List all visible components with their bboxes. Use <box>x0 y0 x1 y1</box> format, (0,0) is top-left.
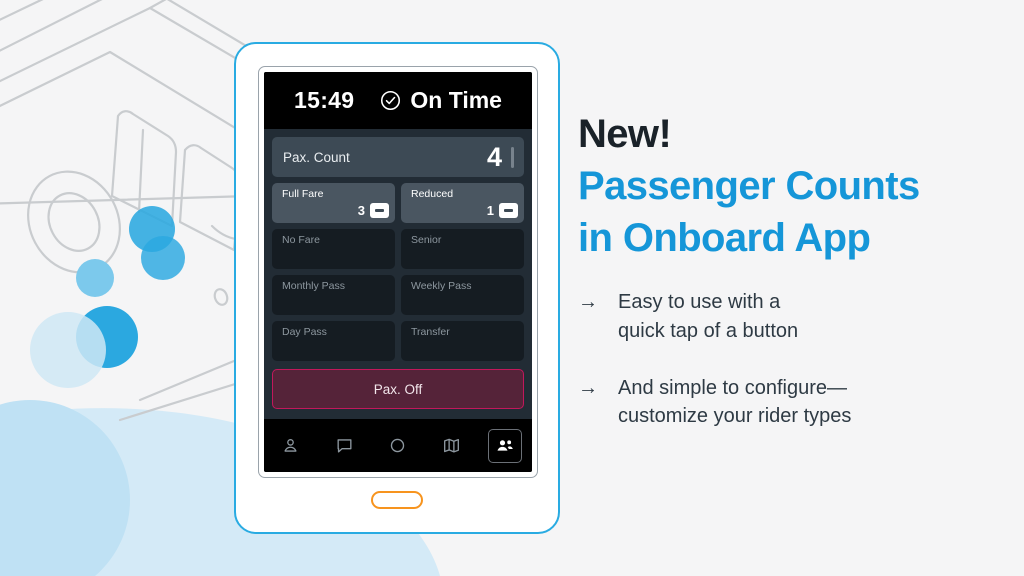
on-time-status: On Time <box>380 87 502 114</box>
fare-button-day-pass[interactable]: Day Pass <box>272 321 395 361</box>
fare-button-no-fare[interactable]: No Fare <box>272 229 395 269</box>
tablet-bezel: 15:49 On Time Pax. Count 4 Full Fare 3 R… <box>258 66 538 478</box>
arrow-right-icon: → <box>578 291 598 313</box>
fare-button-label: Full Fare <box>282 188 324 200</box>
fare-button-label: No Fare <box>282 234 320 246</box>
app-screen: 15:49 On Time Pax. Count 4 Full Fare 3 R… <box>264 72 532 472</box>
bottom-nav-bar <box>264 419 532 472</box>
chat-bubble-icon <box>335 436 354 455</box>
minus-icon[interactable] <box>370 203 389 218</box>
nav-item-person[interactable] <box>274 429 308 463</box>
fare-button-controls: 1 <box>487 203 518 218</box>
fare-button-transfer[interactable]: Transfer <box>401 321 524 361</box>
pax-count-label: Pax. Count <box>283 149 350 165</box>
bullet-list: → Easy to use with a quick tap of a button… <box>578 288 998 459</box>
clock-time: 15:49 <box>294 87 355 113</box>
fare-button-label: Reduced <box>411 188 454 200</box>
arrow-right-icon: → <box>578 376 598 399</box>
pax-count-value: 4 <box>486 141 502 172</box>
person-icon <box>281 436 300 455</box>
app-body: Pax. Count 4 Full Fare 3 Reduced 1 No Fare Se… <box>264 129 532 413</box>
marketing-content: New! Passenger Counts in Onboard App → Ea… <box>578 0 1024 576</box>
nav-item-passengers[interactable] <box>488 428 523 463</box>
bullet-item: → Easy to use with a quick tap of a button <box>578 288 998 346</box>
passengers-icon <box>495 436 515 456</box>
fare-button-weekly-pass[interactable]: Weekly Pass <box>401 275 524 315</box>
bullet-text-line-1: And simple to configure— <box>618 376 848 399</box>
on-time-label: On Time <box>410 87 502 113</box>
headline-line-1: New! <box>578 112 672 156</box>
headline-line-2: Passenger Counts <box>578 164 920 208</box>
status-bar: 15:49 On Time <box>264 72 532 129</box>
fare-button-senior[interactable]: Senior <box>401 229 524 269</box>
fare-button-controls: 3 <box>358 203 389 218</box>
fare-button-count: 3 <box>357 203 365 218</box>
fare-button-count: 1 <box>486 203 494 218</box>
bullet-text-line-1: Easy to use with a <box>618 291 781 313</box>
fare-button-monthly-pass[interactable]: Monthly Pass <box>272 275 395 315</box>
fare-button-reduced[interactable]: Reduced 1 <box>401 183 524 223</box>
minus-icon[interactable] <box>499 203 518 218</box>
bullet-item: → And simple to configure— customize your … <box>578 374 998 432</box>
circle-icon <box>388 436 407 455</box>
bullet-text: Easy to use with a quick tap of a button <box>618 288 798 346</box>
fare-button-label: Weekly Pass <box>411 280 472 292</box>
headline-block: New! Passenger Counts in Onboard App <box>578 108 1024 264</box>
home-button[interactable] <box>371 491 423 509</box>
bullet-text-line-2: customize your rider types <box>618 405 852 428</box>
pax-off-button[interactable]: Pax. Off <box>272 369 524 409</box>
bullet-text: And simple to configure— customize your r… <box>618 374 851 432</box>
check-circle-icon <box>380 90 401 111</box>
map-icon <box>442 436 461 455</box>
fare-type-grid: Full Fare 3 Reduced 1 No Fare Senior Monthly P… <box>272 183 524 361</box>
fare-button-label: Day Pass <box>282 326 327 338</box>
scroll-indicator[interactable] <box>511 146 514 168</box>
nav-item-map[interactable] <box>435 429 469 463</box>
nav-item-circle[interactable] <box>381 429 415 463</box>
tablet-device: 15:49 On Time Pax. Count 4 Full Fare 3 R… <box>234 42 560 534</box>
fare-button-label: Transfer <box>411 326 450 338</box>
bullet-text-line-2: quick tap of a button <box>618 319 799 342</box>
fare-button-label: Senior <box>411 234 442 246</box>
pax-count-display[interactable]: Pax. Count 4 <box>272 137 524 177</box>
headline-line-3: in Onboard App <box>578 216 871 260</box>
fare-button-label: Monthly Pass <box>282 280 346 292</box>
fare-button-full-fare[interactable]: Full Fare 3 <box>272 183 395 223</box>
promo-graphic: 15:49 On Time Pax. Count 4 Full Fare 3 R… <box>0 0 1024 576</box>
nav-item-chat-bubble[interactable] <box>327 429 361 463</box>
pax-off-label: Pax. Off <box>373 381 423 397</box>
